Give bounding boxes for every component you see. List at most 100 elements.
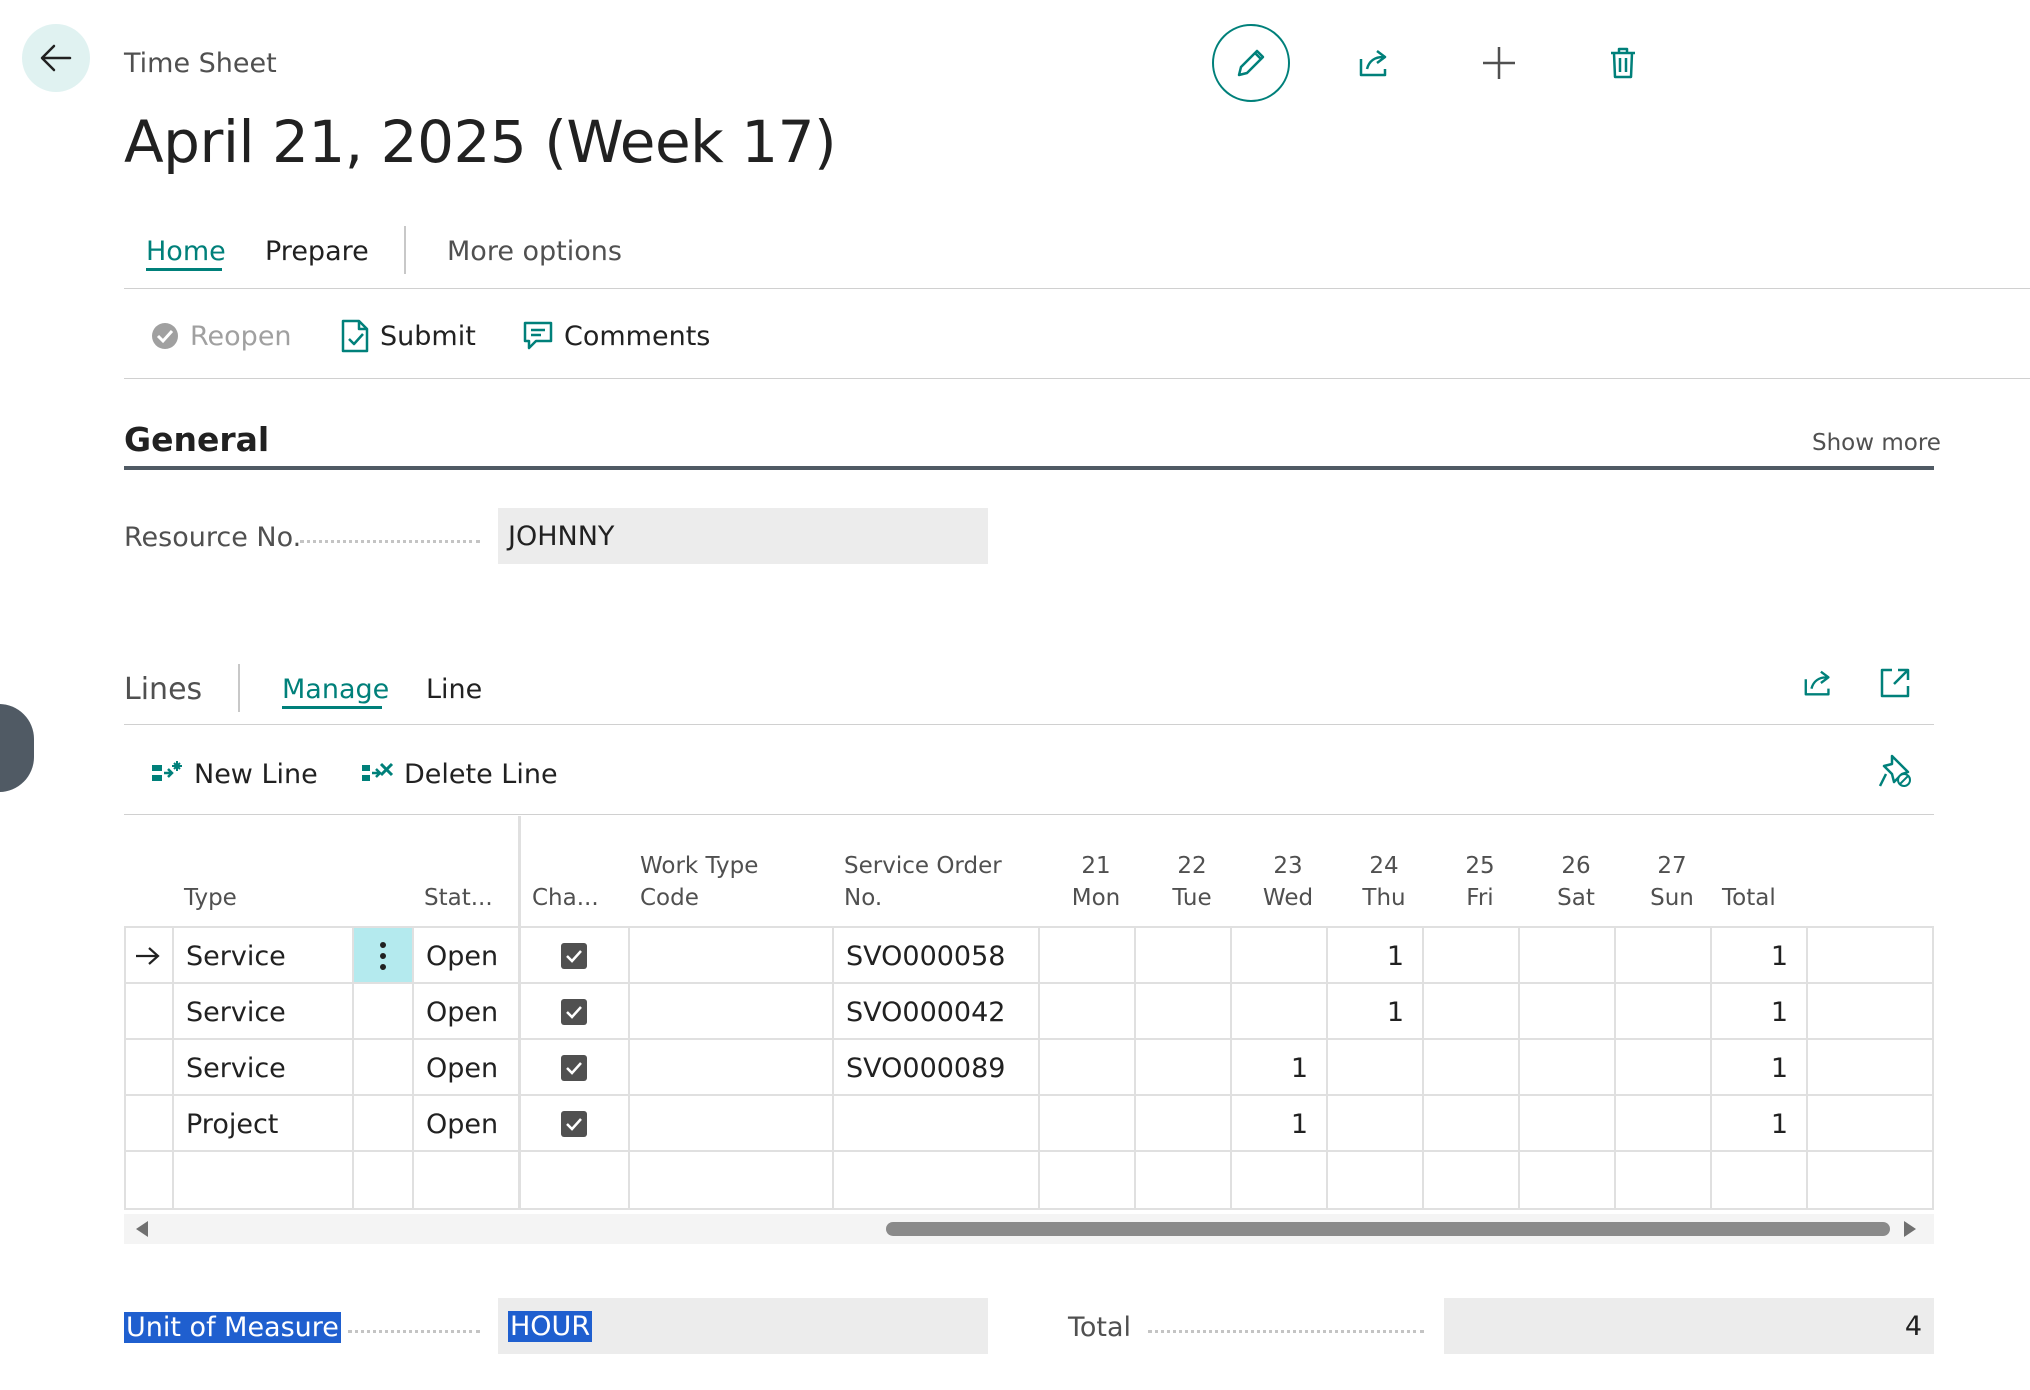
table-row-empty[interactable] [124, 1150, 1934, 1208]
col-day-27-num[interactable]: 27 [1624, 850, 1720, 882]
cell-type[interactable]: Service [172, 984, 352, 1040]
scrollbar-thumb[interactable] [886, 1222, 1890, 1236]
cell-tue[interactable] [1134, 1096, 1230, 1152]
horizontal-scrollbar[interactable] [124, 1214, 1934, 1244]
back-button[interactable] [22, 24, 90, 92]
cell-mon[interactable] [1038, 928, 1134, 984]
edit-button[interactable] [1212, 24, 1290, 102]
cell-type[interactable]: Service [172, 928, 352, 984]
show-more-link[interactable]: Show more [1812, 430, 1941, 456]
col-day-22-num[interactable]: 22 [1144, 850, 1240, 882]
col-day-21-num[interactable]: 21 [1048, 850, 1144, 882]
cell-tue[interactable] [1134, 1040, 1230, 1096]
col-work-type-line2[interactable]: Code [640, 882, 699, 914]
pin-button[interactable] [1878, 752, 1912, 788]
cell-chargeable[interactable] [518, 1152, 628, 1208]
cell-sat[interactable] [1518, 1152, 1614, 1208]
lines-expand-button[interactable] [1878, 666, 1912, 700]
new-button[interactable] [1460, 24, 1538, 102]
col-total[interactable]: Total [1722, 882, 1776, 914]
reopen-button[interactable]: Reopen [150, 314, 292, 358]
col-day-25-num[interactable]: 25 [1432, 850, 1528, 882]
cell-work-type[interactable] [628, 1040, 832, 1096]
tab-manage[interactable]: Manage [282, 674, 389, 705]
cell-thu[interactable] [1326, 1096, 1422, 1152]
tab-line[interactable]: Line [426, 674, 482, 705]
col-status[interactable]: Stat... [424, 882, 493, 914]
cell-mon[interactable] [1038, 984, 1134, 1040]
cell-sun[interactable] [1614, 1096, 1710, 1152]
cell-sat[interactable] [1518, 984, 1614, 1040]
cell-chargeable[interactable] [518, 984, 628, 1040]
cell-wed[interactable] [1230, 928, 1326, 984]
col-day-23-num[interactable]: 23 [1240, 850, 1336, 882]
tab-more-options[interactable]: More options [447, 236, 622, 267]
cell-fri[interactable] [1422, 1152, 1518, 1208]
cell-wed[interactable]: 1 [1230, 1096, 1326, 1152]
cell-fri[interactable] [1422, 984, 1518, 1040]
tab-home[interactable]: Home [146, 236, 226, 267]
col-type[interactable]: Type [184, 882, 237, 914]
delete-line-button[interactable]: Delete Line [360, 752, 558, 796]
submit-button[interactable]: Submit [340, 314, 476, 358]
col-day-24-num[interactable]: 24 [1336, 850, 1432, 882]
cell-service-order[interactable] [832, 1152, 1038, 1208]
cell-thu[interactable] [1326, 1040, 1422, 1096]
row-menu-cell[interactable] [352, 1152, 412, 1208]
cell-type[interactable]: Project [172, 1096, 352, 1152]
delete-button[interactable] [1584, 24, 1662, 102]
cell-service-order[interactable]: SVO000042 [832, 984, 1038, 1040]
cell-work-type[interactable] [628, 984, 832, 1040]
cell-status[interactable]: Open [412, 984, 518, 1040]
cell-thu[interactable] [1326, 1152, 1422, 1208]
cell-wed[interactable] [1230, 984, 1326, 1040]
col-chargeable[interactable]: Cha... [532, 882, 599, 914]
cell-chargeable[interactable] [518, 928, 628, 984]
cell-type[interactable]: Service [172, 1040, 352, 1096]
cell-wed[interactable]: 1 [1230, 1040, 1326, 1096]
cell-tue[interactable] [1134, 928, 1230, 984]
col-service-order-line1[interactable]: Service Order [844, 850, 1002, 882]
col-service-order-line2[interactable]: No. [844, 882, 882, 914]
cell-chargeable[interactable] [518, 1040, 628, 1096]
scroll-right-arrow-icon[interactable] [1904, 1221, 1916, 1237]
cell-thu[interactable]: 1 [1326, 984, 1422, 1040]
row-menu-cell[interactable] [352, 1096, 412, 1152]
cell-sat[interactable] [1518, 1040, 1614, 1096]
side-panel-handle[interactable] [0, 704, 34, 792]
cell-fri[interactable] [1422, 1096, 1518, 1152]
table-row[interactable]: Service Open SVO000042 1 1 [124, 982, 1934, 1040]
col-day-26-num[interactable]: 26 [1528, 850, 1624, 882]
cell-sun[interactable] [1614, 928, 1710, 984]
cell-status[interactable]: Open [412, 1096, 518, 1152]
scroll-left-arrow-icon[interactable] [136, 1221, 148, 1237]
cell-work-type[interactable] [628, 928, 832, 984]
cell-status[interactable]: Open [412, 928, 518, 984]
cell-work-type[interactable] [628, 1096, 832, 1152]
row-menu-cell[interactable] [352, 984, 412, 1040]
cell-tue[interactable] [1134, 1152, 1230, 1208]
lines-share-button[interactable] [1802, 666, 1836, 700]
cell-mon[interactable] [1038, 1040, 1134, 1096]
tab-prepare[interactable]: Prepare [265, 236, 369, 267]
cell-sun[interactable] [1614, 1040, 1710, 1096]
row-menu-button[interactable] [352, 928, 412, 984]
cell-fri[interactable] [1422, 928, 1518, 984]
cell-service-order[interactable]: SVO000058 [832, 928, 1038, 984]
cell-service-order[interactable]: SVO000089 [832, 1040, 1038, 1096]
cell-service-order[interactable] [832, 1096, 1038, 1152]
cell-mon[interactable] [1038, 1152, 1134, 1208]
cell-chargeable[interactable] [518, 1096, 628, 1152]
cell-mon[interactable] [1038, 1096, 1134, 1152]
cell-status[interactable] [412, 1152, 518, 1208]
comments-button[interactable]: Comments [522, 314, 710, 358]
cell-fri[interactable] [1422, 1040, 1518, 1096]
cell-sat[interactable] [1518, 928, 1614, 984]
share-button[interactable] [1336, 24, 1414, 102]
cell-sat[interactable] [1518, 1096, 1614, 1152]
cell-work-type[interactable] [628, 1152, 832, 1208]
unit-of-measure-field[interactable]: HOUR [498, 1298, 988, 1354]
cell-sun[interactable] [1614, 1152, 1710, 1208]
table-row[interactable]: Project Open 1 1 [124, 1094, 1934, 1152]
cell-status[interactable]: Open [412, 1040, 518, 1096]
